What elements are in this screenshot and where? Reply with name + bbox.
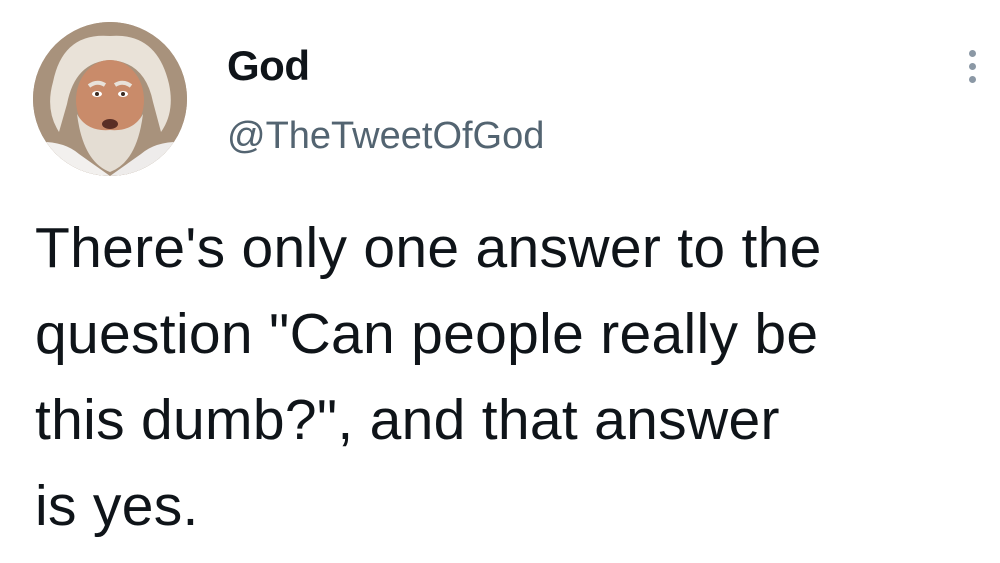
author-handle[interactable]: @TheTweetOfGod	[227, 113, 544, 159]
more-options-icon	[968, 49, 976, 57]
more-options-button[interactable]	[955, 40, 989, 92]
tweet-text-line: There's only one answer to the	[35, 216, 822, 280]
tweet-card: God @TheTweetOfGod There's only one answ…	[0, 0, 1000, 563]
tweet-text-line: is yes.	[35, 474, 199, 538]
more-options-icon	[968, 62, 976, 70]
author-display-name[interactable]: God	[227, 40, 310, 92]
avatar[interactable]	[33, 22, 187, 176]
more-options-icon	[968, 75, 976, 83]
tweet-text-line: this dumb?", and that answer	[35, 388, 780, 452]
tweet-text: There's only one answer to the question …	[35, 205, 985, 549]
avatar-photo-icon	[33, 22, 187, 176]
tweet-text-line: question "Can people really be	[35, 302, 819, 366]
